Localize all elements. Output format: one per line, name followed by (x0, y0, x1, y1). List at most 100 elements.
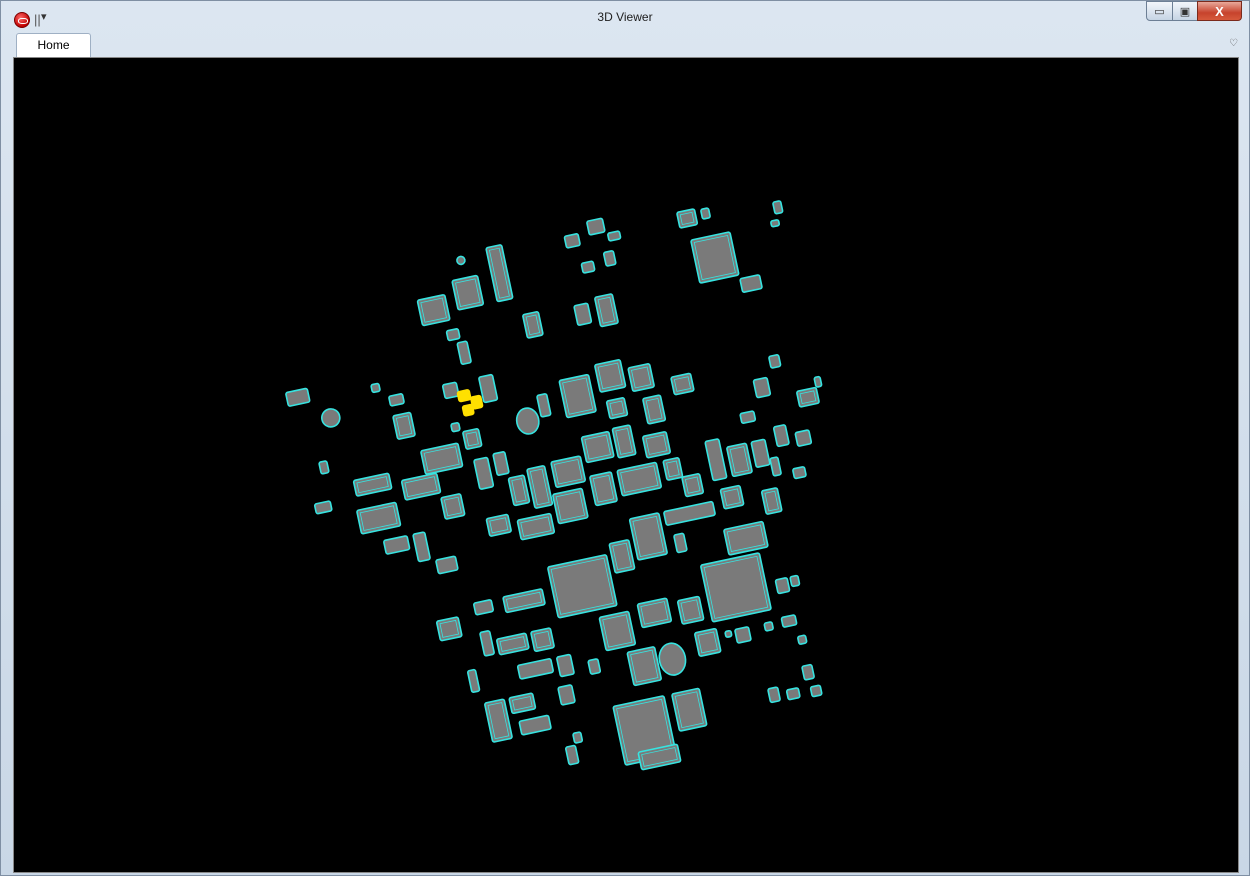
maximize-button[interactable]: ▣ (1172, 1, 1198, 21)
building-footprint (321, 408, 341, 428)
app-window: || ▾ 3D Viewer ▭ ▣ X Home ♡ (0, 0, 1250, 876)
building-footprint (456, 255, 466, 266)
building-footprint (801, 663, 815, 681)
building-footprint (607, 230, 622, 242)
building-footprint (420, 442, 464, 475)
building-footprint (704, 438, 728, 482)
building-footprint (547, 554, 618, 619)
building-footprint (809, 684, 823, 698)
close-button[interactable]: X (1197, 1, 1242, 21)
building-footprint (796, 386, 820, 408)
building-footprint (616, 461, 662, 497)
building-footprint (516, 512, 556, 541)
building-footprint (466, 668, 481, 693)
building-footprint (700, 207, 711, 220)
building-footprint (558, 373, 597, 419)
building-footprint (462, 428, 483, 450)
building-footprint (530, 627, 555, 653)
building-footprint (388, 393, 405, 407)
building-footprint (496, 632, 530, 656)
building-footprint (518, 714, 552, 736)
building-footprint (662, 457, 684, 481)
building-footprint (774, 577, 791, 595)
building-footprint (456, 340, 472, 365)
building-footprint (441, 381, 460, 400)
building-footprint (563, 233, 581, 249)
building-footprint (700, 552, 772, 623)
building-footprint (739, 410, 757, 424)
building-footprint (772, 424, 790, 448)
building-footprint (611, 424, 637, 459)
building-footprint (479, 630, 495, 657)
building-footprint (572, 731, 584, 744)
3d-viewport[interactable] (13, 57, 1239, 873)
building-footprint (676, 208, 699, 229)
building-footprint (450, 422, 461, 433)
building-footprint (813, 375, 823, 388)
ribbon-bar: Home ♡ (11, 33, 1241, 57)
building-footprint (681, 473, 705, 498)
building-footprint (285, 387, 311, 407)
building-footprint (750, 438, 771, 468)
building-footprint (370, 382, 381, 394)
building-footprint (598, 610, 637, 652)
building-footprint (768, 354, 782, 369)
building-footprint (557, 684, 576, 706)
building-footprint (752, 376, 772, 399)
building-footprint (719, 484, 745, 510)
building-footprint (602, 250, 617, 267)
building-footprint (400, 472, 442, 501)
building-footprint (313, 500, 333, 515)
building-footprint (473, 599, 495, 616)
building-footprint (763, 621, 774, 632)
building-footprint (435, 616, 463, 642)
building-footprint (492, 451, 510, 476)
building-footprint (594, 293, 619, 328)
building-footprint (435, 555, 459, 575)
ribbon-collapse-icon[interactable]: ♡ (1229, 38, 1238, 49)
building-footprint (515, 407, 540, 435)
building-footprint (724, 629, 733, 638)
building-footprint (770, 219, 781, 228)
building-footprint (536, 393, 552, 418)
minimize-button[interactable]: ▭ (1146, 1, 1173, 21)
building-footprint (445, 328, 461, 342)
building-footprint (586, 217, 606, 236)
building-footprint (565, 744, 580, 766)
building-footprint (785, 687, 801, 701)
building-footprint (673, 532, 688, 554)
building-footprint (772, 200, 784, 215)
building-footprint (412, 531, 431, 563)
building-footprint (642, 431, 671, 459)
building-footprint (694, 627, 722, 657)
title-bar[interactable]: || ▾ 3D Viewer ▭ ▣ X (1, 1, 1249, 33)
building-footprint (792, 466, 807, 480)
building-footprint (780, 614, 798, 628)
building-group (285, 200, 823, 771)
building-footprint (676, 595, 705, 625)
building-footprint (573, 302, 593, 326)
building-footprint (794, 429, 813, 447)
building-footprint (456, 389, 472, 403)
window-title: 3D Viewer (597, 10, 653, 24)
building-footprint (461, 403, 475, 417)
building-footprint (663, 500, 716, 526)
building-footprint (440, 493, 466, 520)
building-footprint (556, 653, 575, 678)
building-footprint (626, 646, 662, 687)
city-model-scene[interactable] (14, 58, 1238, 872)
building-footprint (608, 539, 636, 574)
building-footprint (383, 535, 411, 555)
building-footprint (726, 442, 753, 478)
building-footprint (739, 274, 763, 293)
building-footprint (670, 372, 695, 396)
building-footprint (658, 642, 687, 676)
building-footprint (473, 456, 495, 490)
building-footprint (690, 231, 740, 284)
building-footprint (734, 626, 752, 644)
building-footprint (767, 686, 781, 704)
tab-home[interactable]: Home (16, 33, 91, 57)
building-footprint (627, 363, 655, 392)
building-footprint (356, 501, 402, 535)
building-footprint (485, 513, 512, 537)
